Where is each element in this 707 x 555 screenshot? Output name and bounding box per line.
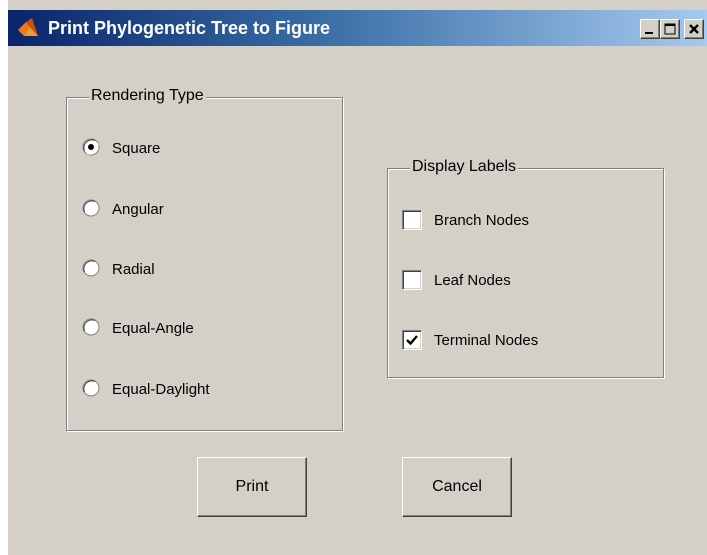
- checkbox-branch-nodes[interactable]: [402, 210, 422, 230]
- display-labels-group: Display Labels Branch Nodes Leaf Nodes T…: [387, 158, 664, 378]
- maximize-button[interactable]: [660, 19, 680, 39]
- checkbox-branch-nodes-label: Branch Nodes: [434, 212, 530, 229]
- radio-equal-angle-label: Equal-Angle: [112, 320, 194, 337]
- title-bar[interactable]: Print Phylogenetic Tree to Figure: [8, 10, 707, 46]
- radio-angular-label: Angular: [112, 201, 164, 218]
- checkmark-icon: [406, 335, 418, 346]
- rendering-type-title: Rendering Type: [89, 87, 206, 105]
- radio-square-label: Square: [112, 140, 161, 157]
- dialog-window: Print Phylogenetic Tree to Figure Render…: [7, 0, 707, 555]
- cancel-button[interactable]: Cancel: [402, 457, 512, 517]
- radio-radial-label: Radial: [112, 261, 155, 278]
- radio-equal-daylight[interactable]: [81, 378, 101, 398]
- print-button[interactable]: Print: [197, 457, 307, 517]
- radio-angular[interactable]: [81, 198, 101, 218]
- radio-equal-daylight-label: Equal-Daylight: [112, 381, 210, 398]
- minimize-icon: [645, 32, 653, 34]
- radio-square[interactable]: [81, 137, 101, 157]
- window-title: Print Phylogenetic Tree to Figure: [48, 18, 331, 38]
- close-icon: [689, 24, 699, 34]
- radio-equal-angle[interactable]: [81, 317, 101, 337]
- matlab-icon: [16, 16, 40, 40]
- checkbox-leaf-nodes[interactable]: [402, 270, 422, 290]
- display-labels-title: Display Labels: [410, 158, 519, 176]
- rendering-type-group: Rendering Type Square Angular Radial Equ…: [66, 87, 343, 431]
- minimize-button[interactable]: [640, 19, 660, 39]
- maximize-icon: [664, 23, 676, 35]
- radio-radial[interactable]: [81, 258, 101, 278]
- close-button[interactable]: [684, 19, 704, 39]
- checkbox-leaf-nodes-label: Leaf Nodes: [434, 272, 511, 289]
- checkbox-terminal-nodes[interactable]: [402, 330, 422, 350]
- checkbox-terminal-nodes-label: Terminal Nodes: [434, 332, 539, 349]
